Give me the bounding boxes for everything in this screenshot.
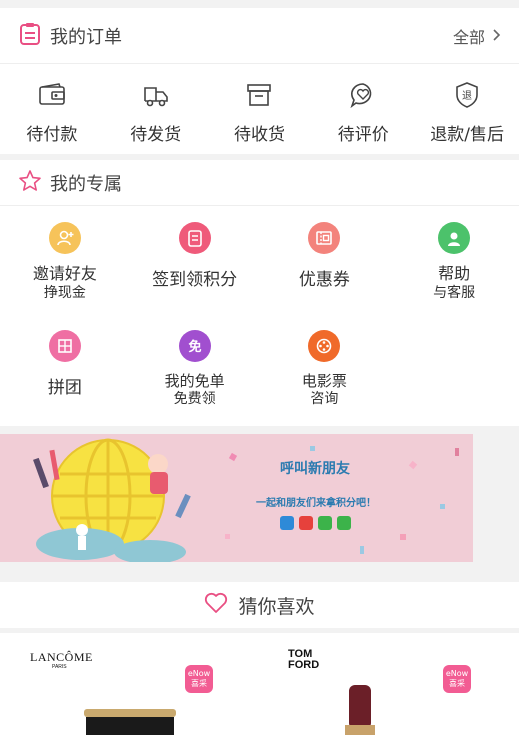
free-icon-char: 免 <box>188 339 201 355</box>
movie-tickets-label: 电影票 <box>301 372 347 390</box>
movie-tickets-sublabel: 咨询 <box>310 391 339 407</box>
all-orders-link[interactable]: 全部 <box>453 24 501 48</box>
enow-badge: eNow 喜采 <box>443 665 471 693</box>
free-order-label: 我的免单 <box>164 372 225 390</box>
refund-icon-char: 退 <box>462 90 472 102</box>
heart-icon <box>204 592 228 618</box>
checkin-points-label: 签到领积分 <box>152 270 238 290</box>
add-user-icon <box>48 222 81 254</box>
checkin-clipboard-icon <box>178 222 211 254</box>
tomford-brand-logo: TOM FORD <box>288 648 320 671</box>
exclusive-section: 我的专属 邀请好友 挣现金 签到领积分 优惠券 帮助 与客服 拼团 免 我的免单… <box>0 160 519 426</box>
order-pending-payment[interactable]: 待付款 <box>0 80 104 145</box>
banner-subtitle: 一起和朋友们来拿积分吧！ <box>256 498 376 509</box>
coupon-icon <box>308 222 341 254</box>
clipboard-icon <box>18 22 42 50</box>
star-icon <box>18 169 42 197</box>
lipstick-image <box>345 685 375 735</box>
product-list: LANCÔME PARIS eNow 喜采 TOM FORD eNow 喜采 <box>0 633 519 735</box>
order-refund-aftersale[interactable]: 退 退款/售后 <box>415 80 519 145</box>
wallet-icon <box>37 80 67 110</box>
coupons-label: 优惠券 <box>298 270 350 290</box>
lancome-brand-logo: LANCÔME <box>30 650 93 664</box>
group-buy-icon <box>48 330 81 362</box>
weibo-icon <box>299 516 313 530</box>
order-pending-payment-label: 待付款 <box>26 124 78 145</box>
free-order[interactable]: 免 我的免单 免费领 <box>130 314 260 422</box>
product-card[interactable]: TOM FORD eNow 喜采 <box>259 633 519 735</box>
film-reel-icon <box>308 330 341 362</box>
order-pending-review-label: 待评价 <box>337 124 389 145</box>
guess-you-like-header: 猜你喜欢 <box>0 582 519 628</box>
exclusive-title: 我的专属 <box>50 173 122 195</box>
order-pending-receipt-label: 待收货 <box>233 124 285 145</box>
checkin-points[interactable]: 签到领积分 <box>130 206 260 314</box>
product-card[interactable]: LANCÔME PARIS eNow 喜采 <box>0 633 259 735</box>
order-pending-review[interactable]: 待评价 <box>311 80 415 145</box>
banner-illustration <box>33 438 459 562</box>
free-icon: 免 <box>178 330 211 362</box>
exclusive-header: 我的专属 <box>0 160 519 206</box>
order-pending-shipment-label: 待发货 <box>130 124 182 145</box>
help-service-label: 帮助 <box>438 264 471 283</box>
help-service-sublabel: 与客服 <box>433 285 476 301</box>
invite-friends[interactable]: 邀请好友 挣现金 <box>0 206 130 314</box>
banner-title: 呼叫新朋友 <box>280 461 350 477</box>
orders-section: 我的订单 全部 待付款 待发货 待收货 待评价 退 退款/售后 <box>0 8 519 154</box>
exclusive-grid: 邀请好友 挣现金 签到领积分 优惠券 帮助 与客服 拼团 免 我的免单 免费领 … <box>0 206 519 422</box>
help-service[interactable]: 帮助 与客服 <box>389 206 519 314</box>
order-pending-receipt[interactable]: 待收货 <box>208 80 312 145</box>
wechat-icon <box>318 516 332 530</box>
order-refund-aftersale-label: 退款/售后 <box>430 124 504 145</box>
chevron-right-icon <box>493 26 501 45</box>
coupons[interactable]: 优惠券 <box>260 206 390 314</box>
movie-tickets[interactable]: 电影票 咨询 <box>260 314 390 422</box>
customer-service-icon <box>438 222 471 254</box>
chat-heart-icon <box>348 80 378 110</box>
group-buy[interactable]: 拼团 <box>0 314 130 422</box>
order-pending-shipment[interactable]: 待发货 <box>104 80 208 145</box>
invite-banner[interactable]: 呼叫新朋友 一起和朋友们来拿积分吧！ <box>0 434 473 562</box>
truck-icon <box>141 80 171 110</box>
order-status-row: 待付款 待发货 待收货 待评价 退 退款/售后 <box>0 64 519 160</box>
moments-icon <box>337 516 351 530</box>
cream-jar-image <box>84 709 176 735</box>
orders-title: 我的订单 <box>50 26 122 48</box>
free-order-sublabel: 免费领 <box>173 391 216 407</box>
box-icon <box>244 80 274 110</box>
orders-header[interactable]: 我的订单 全部 <box>0 8 519 64</box>
shield-refund-icon: 退 <box>452 80 482 110</box>
all-orders-label: 全部 <box>452 27 485 47</box>
guess-you-like-title: 猜你喜欢 <box>238 595 315 618</box>
group-buy-label: 拼团 <box>47 378 82 398</box>
invite-friends-sublabel: 挣现金 <box>43 285 86 301</box>
lancome-brand-sub: PARIS <box>52 664 67 670</box>
enow-badge: eNow 喜采 <box>185 665 213 693</box>
invite-friends-label: 邀请好友 <box>32 264 97 283</box>
qq-icon <box>280 516 294 530</box>
